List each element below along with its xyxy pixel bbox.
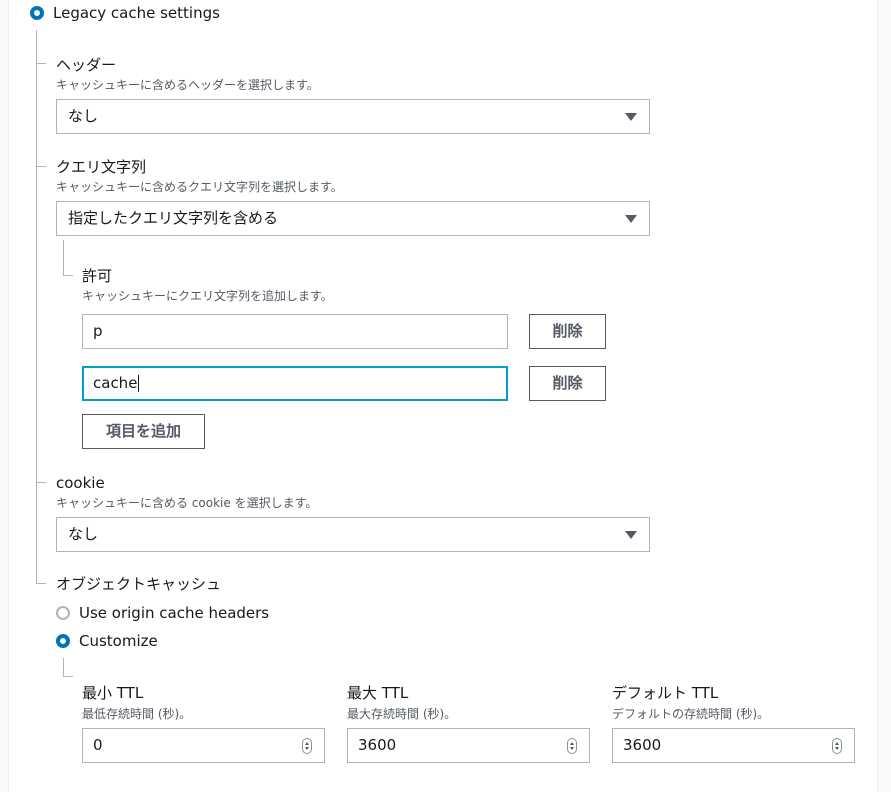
query-description: キャッシュキーに含めるクエリ文字列を選択します。 [56,180,343,194]
spinner-icon[interactable] [832,738,842,754]
tree-line-ttl [63,658,64,676]
caret-down-icon [625,215,637,223]
object-cache-title: オブジェクトキャッシュ [56,575,222,593]
legacy-cache-label: Legacy cache settings [53,4,220,22]
remove-item-button[interactable]: 削除 [529,366,606,401]
query-select[interactable]: 指定したクエリ文字列を含める [56,201,650,236]
max-ttl-input[interactable]: 3600 [347,728,590,763]
default-ttl-value: 3600 [623,736,662,754]
min-ttl-input[interactable]: 0 [82,728,325,763]
cookie-select[interactable]: なし [56,517,650,552]
tree-branch [36,482,46,483]
legacy-cache-radio[interactable] [30,6,44,20]
default-ttl-input[interactable]: 3600 [612,728,855,763]
remove-item-button[interactable]: 削除 [529,314,606,349]
max-ttl-value: 3600 [358,736,397,754]
text-cursor [138,375,140,392]
tree-branch [36,583,46,584]
allow-item-input[interactable]: cache [82,366,508,401]
min-ttl-description: 最低存続時間 (秒)。 [82,707,192,721]
query-select-value: 指定したクエリ文字列を含める [68,209,279,227]
default-ttl-description: デフォルトの存続時間 (秒)。 [612,707,770,721]
tree-line-allow [63,240,64,276]
origin-headers-label: Use origin cache headers [79,604,270,622]
allow-item-input[interactable]: p [82,314,508,349]
allow-item-value: p [93,322,103,340]
spinner-icon[interactable] [302,738,312,754]
cookie-title: cookie [56,474,105,492]
headers-select[interactable]: なし [56,99,650,134]
headers-title: ヘッダー [56,56,117,74]
max-ttl-description: 最大存続時間 (秒)。 [347,707,457,721]
allow-title: 許可 [82,267,113,285]
tree-branch [36,63,46,64]
cookie-select-value: なし [68,525,99,543]
tree-branch [36,166,46,167]
tree-line-main [36,30,37,583]
customize-label: Customize [79,632,158,650]
default-ttl-title: デフォルト TTL [612,684,719,702]
headers-select-value: なし [68,107,99,125]
query-title: クエリ文字列 [56,158,147,176]
caret-down-icon [625,531,637,539]
tree-branch [63,676,73,677]
allow-item-value: cache [93,374,138,392]
tree-branch [63,275,73,276]
add-item-button[interactable]: 項目を追加 [82,414,205,449]
spinner-icon[interactable] [567,738,577,754]
cookie-description: キャッシュキーに含める cookie を選択します。 [56,496,318,510]
min-ttl-title: 最小 TTL [82,684,144,702]
origin-headers-radio[interactable] [56,606,70,620]
allow-description: キャッシュキーにクエリ文字列を追加します。 [82,289,333,303]
max-ttl-title: 最大 TTL [347,684,409,702]
headers-description: キャッシュキーに含めるヘッダーを選択します。 [56,78,319,92]
customize-radio[interactable] [56,634,70,648]
min-ttl-value: 0 [93,736,103,754]
caret-down-icon [625,113,637,121]
